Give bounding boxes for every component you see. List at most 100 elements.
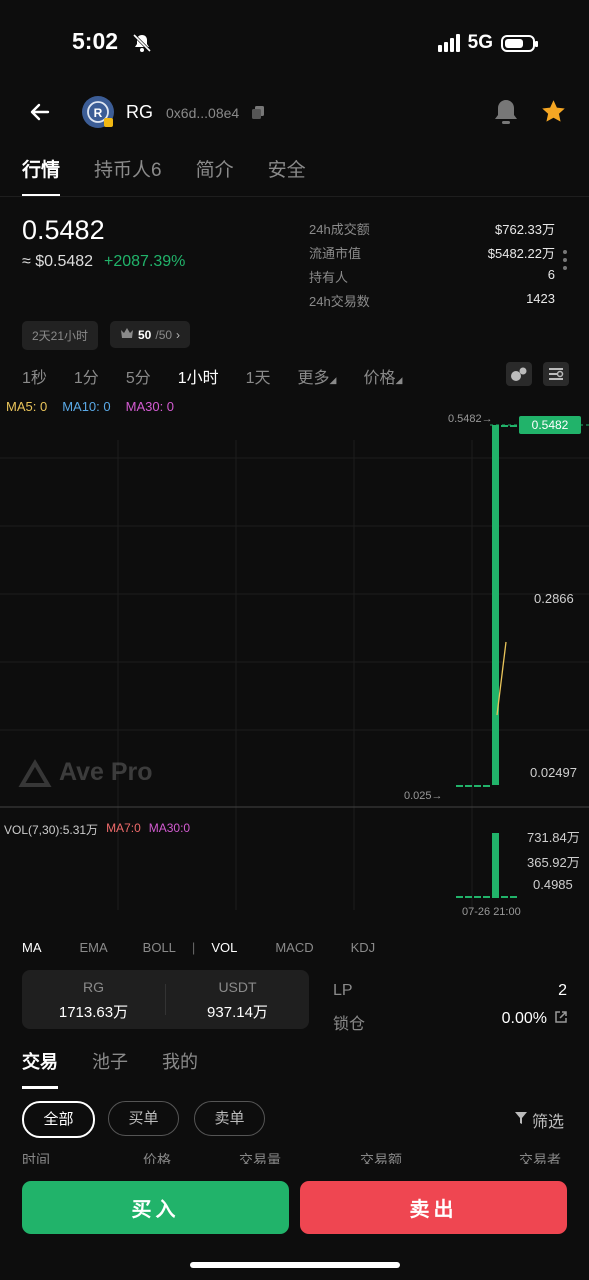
tab-security[interactable]: 安全: [268, 155, 306, 197]
filter-all[interactable]: 全部: [22, 1101, 95, 1138]
tab-intro[interactable]: 简介: [196, 155, 234, 197]
candle: [465, 785, 472, 787]
svg-text:R: R: [94, 106, 103, 120]
vol-legend: VOL(7,30):5.31万 MA7:0 MA30:0: [4, 821, 190, 838]
age-chip: 2天21小时: [22, 321, 99, 350]
status-time: 5:02: [72, 28, 119, 54]
more-vertical-icon[interactable]: [563, 250, 567, 275]
top-tabs: 行情 持币人6 简介 安全: [22, 155, 306, 197]
tab-mine[interactable]: 我的: [162, 1048, 198, 1089]
interval-5m[interactable]: 5分: [126, 364, 151, 388]
lock-label: 锁仓: [333, 1016, 366, 1033]
network-label: 5G: [467, 32, 493, 53]
tab-pool[interactable]: 池子: [92, 1048, 128, 1089]
ind-divider: |: [191, 940, 196, 955]
volume-bar: [474, 896, 481, 898]
sell-button[interactable]: 卖出: [300, 1181, 567, 1234]
axis-low-marker: 0.025→: [404, 790, 443, 802]
copy-icon[interactable]: [252, 106, 264, 124]
ind-vol[interactable]: VOL: [211, 940, 237, 955]
ind-macd[interactable]: MACD: [275, 940, 313, 955]
axis-low-label: 0.02497: [530, 765, 577, 780]
buy-button[interactable]: 买入: [22, 1181, 289, 1234]
caret-icon: ◢: [329, 375, 337, 385]
volume-bar: [483, 896, 490, 898]
volume-bar: [456, 896, 463, 898]
ind-boll[interactable]: BOLL: [143, 940, 176, 955]
chart-watermark: Ave Pro: [59, 758, 153, 786]
vol-axis-mid: 365.92万: [527, 855, 580, 870]
stat-volume: 24h成交额 $762.33万: [309, 222, 555, 237]
col-trader: 交易者: [519, 1152, 561, 1164]
interval-tabs: 1秒 1分 5分 1小时 1天 更多◢ 价格◢: [22, 364, 429, 388]
tab-holders[interactable]: 持币人6: [94, 155, 162, 197]
score-total: /50: [155, 327, 173, 342]
vol-ma30-label: MA30:0: [148, 821, 191, 835]
funnel-icon: [514, 1111, 528, 1130]
filter-button[interactable]: 筛选: [514, 1108, 564, 1132]
indicator-settings-icon[interactable]: [506, 362, 532, 386]
ind-kdj[interactable]: KDJ: [351, 940, 376, 955]
filter-sell[interactable]: 卖单: [194, 1101, 265, 1136]
vol-axis-high: 731.84万: [527, 830, 580, 845]
col-amount: 交易量: [239, 1152, 281, 1164]
candle: [492, 425, 499, 785]
ind-ma[interactable]: MA: [22, 940, 42, 955]
volume-bar: [510, 896, 517, 898]
candle: [456, 785, 463, 787]
tab-market[interactable]: 行情: [22, 155, 61, 197]
col-price: 价格: [143, 1152, 171, 1164]
token-b-amount: 937.14万: [207, 1004, 268, 1021]
stat-holders: 持有人 6: [309, 267, 555, 285]
vol-axis-low: 0.4985: [533, 877, 573, 892]
chevron-right-icon: ›: [176, 327, 181, 342]
ma7-label: MA7:0: [106, 821, 141, 835]
lp-label: LP: [333, 982, 353, 999]
current-price-tag: 0.5482: [519, 416, 581, 434]
current-price: 0.5482: [22, 215, 105, 245]
pool-reserves: RG 1713.63万 USDT 937.14万: [22, 970, 309, 1029]
caret-icon: ◢: [395, 375, 403, 385]
watermark-logo: [18, 759, 52, 787]
tab-trades[interactable]: 交易: [22, 1048, 58, 1089]
interval-more[interactable]: 更多◢: [298, 364, 337, 388]
ind-ema[interactable]: EMA: [80, 940, 108, 955]
candle: [474, 785, 481, 787]
usd-price: ≈ $0.5482: [22, 253, 94, 270]
chart-settings-icon[interactable]: [543, 362, 569, 386]
crown-icon: [120, 327, 134, 342]
score-chip[interactable]: 50/50 ›: [110, 321, 191, 348]
axis-mid-label: 0.2866: [534, 591, 574, 606]
interval-1s[interactable]: 1秒: [22, 364, 47, 388]
price-change: +2087.39%: [104, 253, 186, 270]
col-value: 交易额: [360, 1152, 402, 1164]
interval-1h[interactable]: 1小时: [178, 364, 219, 388]
bell-off-icon: [131, 32, 153, 54]
vol-label: VOL(7,30):5.31万: [4, 823, 99, 837]
divider: [0, 196, 589, 197]
filter-buy[interactable]: 买单: [108, 1101, 179, 1136]
interval-1d[interactable]: 1天: [246, 364, 271, 388]
score-value: 50: [138, 327, 152, 342]
stat-mcap: 流通市值 $5482.22万: [309, 246, 555, 261]
token-address: 0x6d...08e4: [166, 105, 240, 121]
price-chart[interactable]: [0, 410, 589, 925]
home-indicator: [190, 1262, 400, 1268]
candle: [483, 785, 490, 787]
star-icon[interactable]: [540, 98, 567, 130]
table-header: 时间 价格 交易量 交易额 交易者: [22, 1150, 567, 1164]
volume-bar: [501, 896, 508, 898]
lock-value: 0.00%: [501, 1010, 547, 1027]
external-link-icon[interactable]: [554, 1010, 568, 1029]
interval-1m[interactable]: 1分: [74, 364, 99, 388]
token-logo: R: [82, 96, 114, 128]
token-b-name: USDT: [218, 979, 257, 995]
lp-value: 2: [558, 982, 567, 999]
bell-icon[interactable]: [493, 98, 519, 131]
back-arrow-icon[interactable]: [28, 100, 52, 129]
price-toggle[interactable]: 价格◢: [363, 364, 402, 388]
volume-bar: [465, 896, 472, 898]
token-a-amount: 1713.63万: [58, 1004, 129, 1021]
token-symbol: RG: [126, 102, 153, 122]
battery-icon: [501, 34, 538, 52]
